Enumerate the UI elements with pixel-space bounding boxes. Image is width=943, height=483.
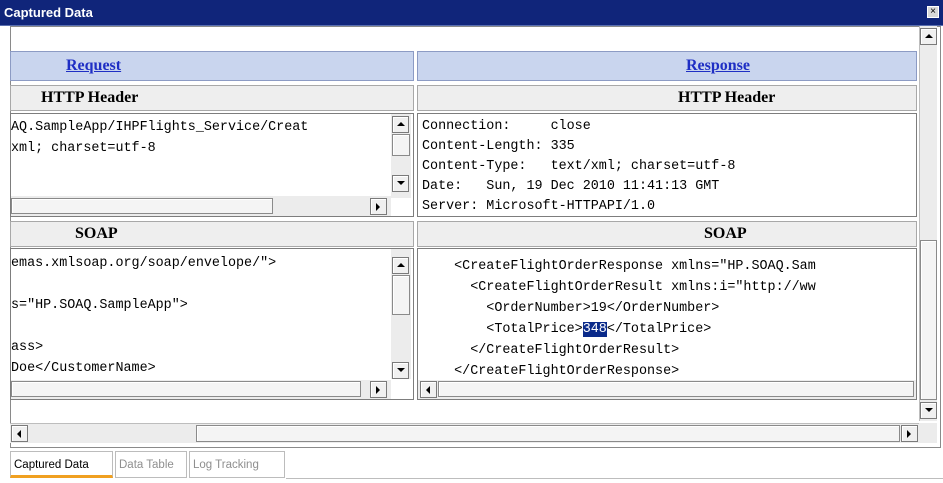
scroll-down-button[interactable]	[920, 402, 937, 419]
response-soap-line-total-price: <TotalPrice>348</TotalPrice>	[422, 319, 711, 340]
tab-log-tracking[interactable]: Log Tracking	[189, 451, 285, 478]
response-soap-hscroll[interactable]	[418, 380, 916, 399]
request-http-line: AQ.SampleApp/IHPFlights_Service/Creat	[11, 120, 309, 135]
arrow-up-icon	[925, 34, 933, 38]
request-http-hscroll[interactable]	[11, 196, 391, 216]
response-http-header-title: HTTP Header	[417, 85, 917, 111]
arrow-right-icon	[376, 203, 380, 211]
request-soap-line: ass>	[11, 340, 44, 355]
arrow-down-icon	[397, 368, 405, 372]
total-price-value-selected[interactable]: 348	[582, 322, 607, 337]
scroll-right-button[interactable]	[370, 198, 387, 215]
scroll-up-button[interactable]	[920, 28, 937, 45]
request-soap-line: s="HP.SOAQ.SampleApp">	[11, 298, 188, 313]
request-http-vscroll[interactable]	[391, 114, 411, 198]
response-http-line: Date: Sun, 19 Dec 2010 11:41:13 GMT	[422, 179, 720, 194]
outer-vscroll[interactable]	[919, 26, 937, 421]
scroll-thumb[interactable]	[438, 381, 914, 397]
response-http-line: Content-Type: text/xml; charset=utf-8	[422, 159, 736, 174]
arrow-right-icon	[907, 430, 911, 438]
scroll-down-button[interactable]	[392, 175, 409, 192]
request-soap-pane[interactable]: emas.xmlsoap.org/soap/envelope/"> s="HP.…	[10, 248, 414, 400]
arrow-up-icon	[397, 263, 405, 267]
response-http-line: Connection: close	[422, 119, 591, 134]
tab-captured-data[interactable]: Captured Data	[10, 451, 113, 478]
request-soap-line: Doe</CustomerName>	[11, 361, 156, 376]
response-http-header-pane[interactable]: Connection: close Content-Length: 335 Co…	[417, 113, 917, 217]
response-soap-title: SOAP	[417, 221, 917, 247]
response-soap-line: <OrderNumber>19</OrderNumber>	[422, 301, 720, 316]
response-soap-line: </CreateFlightOrderResponse>	[422, 364, 680, 379]
scroll-down-button[interactable]	[392, 362, 409, 379]
request-soap-title: SOAP	[10, 221, 414, 247]
request-http-line: xml; charset=utf-8	[11, 141, 156, 156]
response-soap-line: </CreateFlightOrderResult>	[422, 343, 680, 358]
scroll-thumb[interactable]	[11, 381, 361, 397]
window-title: Captured Data	[4, 5, 93, 20]
request-link[interactable]: Request	[66, 57, 121, 75]
arrow-down-icon	[925, 408, 933, 412]
scroll-corner	[919, 423, 937, 443]
arrow-up-icon	[397, 122, 405, 126]
scroll-up-button[interactable]	[392, 257, 409, 274]
arrow-left-icon	[426, 386, 430, 394]
request-soap-line: emas.xmlsoap.org/soap/envelope/">	[11, 256, 277, 271]
request-soap-vscroll[interactable]	[391, 249, 411, 379]
request-soap-hscroll[interactable]	[11, 380, 391, 399]
scroll-left-button[interactable]	[420, 381, 437, 398]
outer-hscroll[interactable]	[10, 423, 919, 443]
scroll-right-button[interactable]	[370, 381, 387, 398]
response-http-line: Content-Length: 335	[422, 139, 575, 154]
arrow-right-icon	[376, 386, 380, 394]
response-column-header: Response	[417, 51, 917, 81]
total-price-close-tag: </TotalPrice>	[606, 322, 712, 337]
response-soap-line: <CreateFlightOrderResponse xmlns="HP.SOA…	[422, 259, 816, 274]
response-soap-line: <CreateFlightOrderResult xmlns:i="http:/…	[422, 280, 816, 295]
response-soap-pane[interactable]: <CreateFlightOrderResponse xmlns="HP.SOA…	[417, 248, 917, 400]
arrow-left-icon	[17, 430, 21, 438]
request-http-header-pane[interactable]: AQ.SampleApp/IHPFlights_Service/Creat xm…	[10, 113, 414, 217]
scroll-right-button[interactable]	[901, 425, 918, 442]
response-http-line: Server: Microsoft-HTTPAPI/1.0	[422, 199, 656, 214]
tab-baseline	[286, 478, 943, 479]
scroll-left-button[interactable]	[11, 425, 28, 442]
scroll-thumb[interactable]	[196, 425, 900, 442]
scroll-thumb[interactable]	[920, 240, 937, 400]
request-column-header: Request	[10, 51, 414, 81]
arrow-down-icon	[397, 181, 405, 185]
response-link[interactable]: Response	[686, 57, 750, 75]
request-http-header-title: HTTP Header	[10, 85, 414, 111]
tab-data-table[interactable]: Data Table	[115, 451, 187, 478]
scroll-thumb[interactable]	[392, 134, 410, 156]
window-titlebar: Captured Data ×	[0, 0, 943, 26]
total-price-open-tag: <TotalPrice>	[422, 322, 583, 337]
close-button[interactable]: ×	[927, 6, 939, 18]
scroll-up-button[interactable]	[392, 116, 409, 133]
scroll-thumb[interactable]	[11, 198, 273, 214]
scroll-thumb[interactable]	[392, 275, 410, 315]
